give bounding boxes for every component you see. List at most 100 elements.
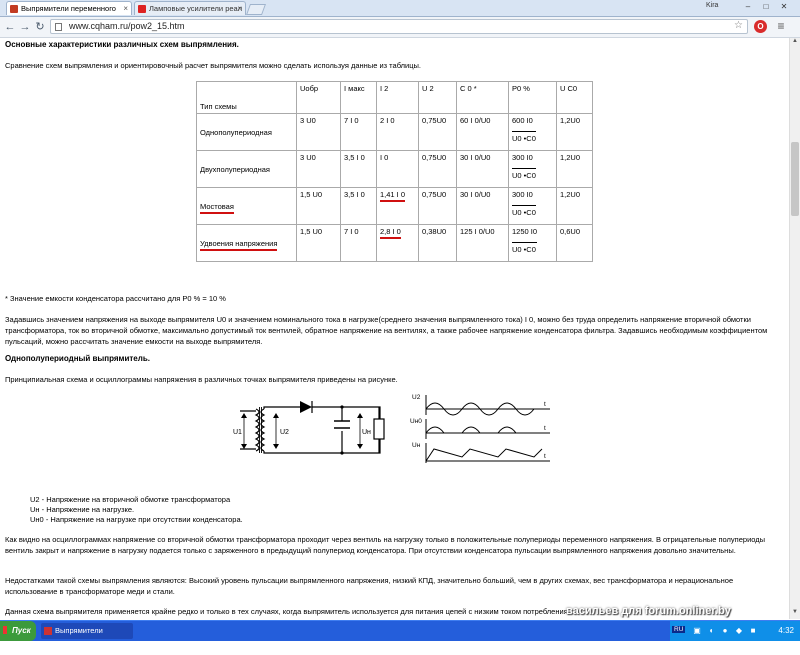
address-bar[interactable]: www.cqham.ru/pow2_15.htm ☆ bbox=[50, 19, 748, 34]
row-imax-cell: 3,5 I 0 bbox=[340, 187, 377, 225]
reload-icon[interactable]: ↻ bbox=[33, 20, 47, 34]
p0-fraction: 600 I0 U0 •C0 bbox=[512, 116, 536, 143]
row-type-cell: Удвоения напряжения bbox=[196, 224, 297, 262]
volume-icon[interactable]: ◖ bbox=[706, 626, 716, 636]
row-i2-cell: I 0 bbox=[376, 150, 419, 188]
row-i2-text: I 0 bbox=[380, 153, 389, 162]
back-arrow-icon[interactable]: ← bbox=[3, 20, 17, 34]
header-uc0: U C0 bbox=[556, 81, 593, 114]
close-window-button[interactable]: ✕ bbox=[776, 1, 792, 12]
row-u2-cell: 0,75U0 bbox=[418, 150, 457, 188]
taskbar-window-label: Выпрямители перемен... bbox=[55, 626, 103, 651]
time-axis-label: t bbox=[544, 425, 546, 432]
header-type: Тип схемы bbox=[196, 81, 297, 114]
taskbar: Пуск Выпрямители перемен... RU ▣ ◖ ● ◆ ■… bbox=[0, 620, 800, 651]
browser-titlebar: Выпрямители переменного × Ламповые усили… bbox=[0, 0, 800, 17]
row-p0-cell: 300 I0 U0 •C0 bbox=[508, 150, 557, 188]
row-i2-text: 2 I 0 bbox=[380, 116, 395, 125]
forward-arrow-icon[interactable]: → bbox=[18, 20, 32, 34]
language-indicator[interactable]: RU bbox=[672, 626, 686, 633]
row-u2-text: 0,75U0 bbox=[422, 153, 447, 162]
new-tab-button[interactable] bbox=[245, 4, 267, 15]
p0-fraction: 300 I0 U0 •C0 bbox=[512, 153, 536, 180]
paragraph-calculation: Задавшись значением напряжения на выходе… bbox=[5, 315, 768, 346]
header-p0: P0 % bbox=[508, 81, 557, 114]
scope-un-label: Uн bbox=[412, 442, 421, 449]
time-axis-label: t bbox=[544, 453, 546, 460]
row-type-cell: Двухполупериодная bbox=[196, 150, 297, 188]
row-uobr-text: 3 U0 bbox=[300, 116, 316, 125]
bookmark-star-icon[interactable]: ☆ bbox=[734, 20, 743, 31]
vertical-scrollbar[interactable]: ▲ ▼ bbox=[789, 38, 800, 619]
scroll-down-icon[interactable]: ▼ bbox=[790, 609, 800, 619]
row-type-text: Удвоения напряжения bbox=[200, 238, 278, 251]
network-icon[interactable]: ▣ bbox=[692, 626, 702, 636]
row-i2-text: 1,41 I 0 bbox=[380, 190, 406, 202]
scope-un0-label: Uн0 bbox=[410, 418, 422, 425]
row-uc0-cell: 1,2U0 bbox=[556, 187, 593, 225]
row-uobr-cell: 1,5 U0 bbox=[296, 187, 341, 225]
scroll-up-icon[interactable]: ▲ bbox=[790, 38, 800, 48]
url-text[interactable]: www.cqham.ru/pow2_15.htm bbox=[69, 21, 185, 31]
row-p0-cell: 300 I0 U0 •C0 bbox=[508, 187, 557, 225]
p0-denominator: U0 •C0 bbox=[512, 168, 536, 180]
menu-icon[interactable]: ≡ bbox=[774, 19, 788, 33]
start-button[interactable]: Пуск bbox=[0, 621, 36, 641]
u2-label: U2 bbox=[280, 429, 289, 436]
tray-app-icon[interactable]: ■ bbox=[748, 626, 758, 636]
update-icon[interactable]: ◆ bbox=[734, 626, 744, 636]
antivirus-icon[interactable]: ● bbox=[720, 626, 730, 636]
row-uobr-text: 3 U0 bbox=[300, 153, 316, 162]
row-uc0-text: 0,6U0 bbox=[560, 227, 581, 236]
footnote: * Значение емкости конденсатора рассчита… bbox=[5, 294, 226, 303]
row-imax-text: 3,5 I 0 bbox=[344, 190, 365, 199]
p0-denominator: U0 •C0 bbox=[512, 242, 538, 254]
oscillograms: U2 Uн0 Uн t t t bbox=[410, 394, 550, 463]
row-i2-cell: 2,8 I 0 bbox=[376, 224, 419, 262]
paragraph-oscillograms: Как видно на осциллограммах напряжение с… bbox=[5, 535, 766, 555]
header-u2: U 2 bbox=[418, 81, 457, 114]
scope-u2-label: U2 bbox=[412, 394, 421, 401]
close-tab-icon[interactable]: × bbox=[237, 2, 242, 15]
un-label: Uн bbox=[362, 429, 371, 436]
row-uobr-cell: 3 U0 bbox=[296, 150, 341, 188]
row-uobr-cell: 3 U0 bbox=[296, 113, 341, 151]
row-imax-cell: 7 I 0 bbox=[340, 113, 377, 151]
row-c0-text: 30 I 0/U0 bbox=[460, 190, 491, 199]
table-row: Однополупериодная 3 U0 7 I 0 2 I 0 0,75U0 60 … bbox=[196, 113, 593, 151]
tab-tube-amplifiers[interactable]: Ламповые усилители реал × bbox=[134, 1, 246, 15]
row-u2-text: 0,75U0 bbox=[422, 116, 447, 125]
site-favicon-icon bbox=[138, 5, 146, 13]
legend-item: U2 - Напряжение на вторичной обмотке тра… bbox=[30, 495, 231, 504]
p0-numerator: 300 I0 bbox=[512, 190, 533, 199]
row-c0-text: 30 I 0/U0 bbox=[460, 153, 491, 162]
row-c0-cell: 125 I 0/U0 bbox=[456, 224, 509, 262]
rectifier-table: Тип схемы Uобр I макс I 2 U 2 C 0 * P0 %… bbox=[196, 81, 593, 262]
tab-rectifiers[interactable]: Выпрямители переменного × bbox=[6, 1, 132, 15]
site-favicon-icon bbox=[10, 5, 18, 13]
row-imax-text: 7 I 0 bbox=[344, 227, 359, 236]
taskbar-window-button[interactable]: Выпрямители перемен... bbox=[41, 623, 133, 651]
close-tab-icon[interactable]: × bbox=[123, 2, 128, 15]
row-uc0-cell: 1,2U0 bbox=[556, 113, 593, 151]
header-imax: I макс bbox=[340, 81, 377, 114]
row-type-cell: Мостовая bbox=[196, 187, 297, 225]
minimize-button[interactable]: – bbox=[740, 1, 756, 12]
row-c0-cell: 30 I 0/U0 bbox=[456, 150, 509, 188]
row-i2-text: 2,8 I 0 bbox=[380, 227, 401, 239]
profile-name[interactable]: Kira bbox=[706, 2, 718, 9]
maximize-button[interactable]: □ bbox=[758, 1, 774, 12]
row-i2-cell: 1,41 I 0 bbox=[376, 187, 419, 225]
table-row: Удвоения напряжения 1,5 U0 7 I 0 2,8 I 0 0,3… bbox=[196, 224, 593, 262]
row-uc0-text: 1,2U0 bbox=[560, 116, 581, 125]
opera-extension-icon[interactable]: O bbox=[754, 20, 767, 33]
p0-denominator: U0 •C0 bbox=[512, 205, 536, 217]
p0-numerator: 600 I0 bbox=[512, 116, 533, 125]
row-uc0-cell: 1,2U0 bbox=[556, 150, 593, 188]
row-u2-text: 0,75U0 bbox=[422, 190, 447, 199]
scrollbar-thumb[interactable] bbox=[791, 142, 799, 216]
row-uobr-cell: 1,5 U0 bbox=[296, 224, 341, 262]
address-toolbar: ← → ↻ www.cqham.ru/pow2_15.htm ☆ O ≡ bbox=[0, 17, 800, 38]
row-uobr-text: 1,5 U0 bbox=[300, 190, 323, 199]
row-uc0-text: 1,2U0 bbox=[560, 190, 581, 199]
